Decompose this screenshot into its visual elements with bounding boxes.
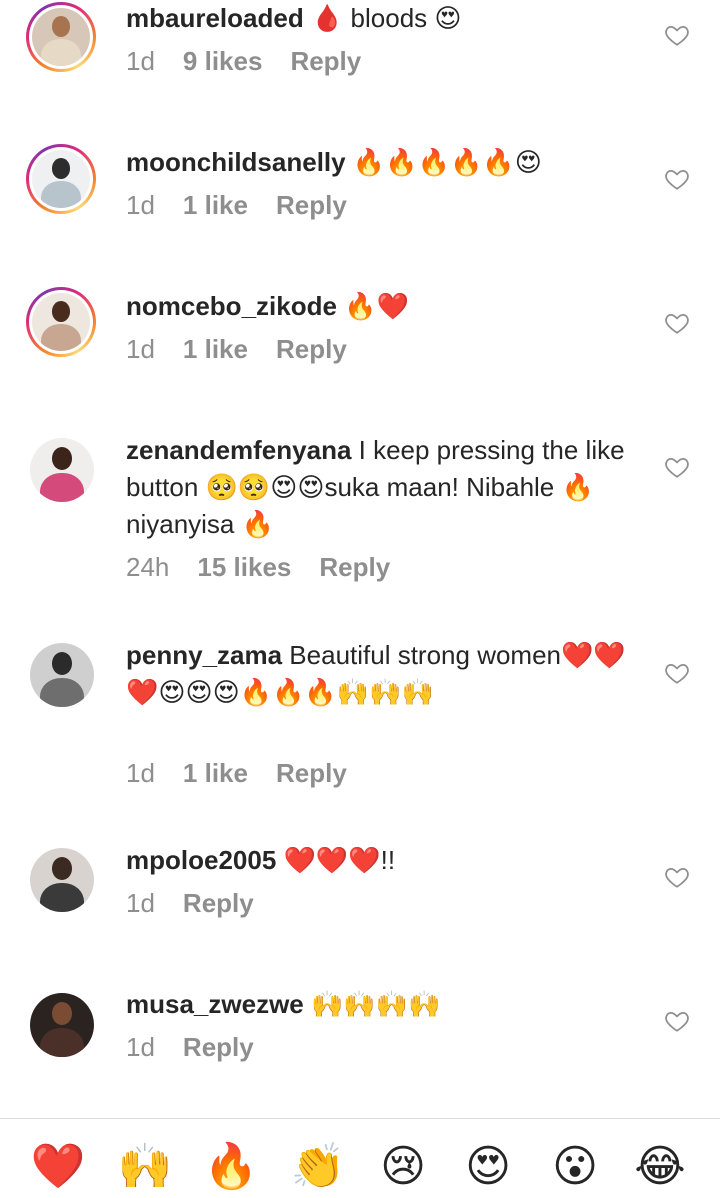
avatar[interactable] [26, 287, 96, 357]
like-heart-icon[interactable] [664, 454, 690, 480]
comment-meta: 1d 1 like Reply [126, 190, 375, 221]
comment-text: mpoloe2005 ❤️❤️❤️!! [126, 842, 626, 879]
comment-timestamp: 1d [126, 758, 155, 788]
comment-text: zenandemfenyana I keep pressing the like… [126, 432, 626, 543]
avatar[interactable] [30, 993, 94, 1057]
avatar[interactable] [26, 144, 96, 214]
comment-meta: 1d 9 likes Reply [126, 46, 389, 77]
comment-timestamp: 1d [126, 1032, 155, 1062]
reply-button[interactable]: Reply [276, 758, 347, 788]
comment-meta: 1d 1 like Reply [126, 758, 375, 789]
emoji-reaction-bar: ❤️ 🙌 🔥 👏 😢 😍 😮 😂 [0, 1119, 720, 1198]
comment-timestamp: 1d [126, 334, 155, 364]
reaction-clapping-hands-icon[interactable]: 👏 [288, 1137, 348, 1197]
reply-button[interactable]: Reply [276, 190, 347, 220]
reaction-sad-face-icon[interactable]: 😢 [373, 1137, 433, 1197]
avatar[interactable] [30, 643, 94, 707]
comment-body: 🙌🙌🙌🙌 [303, 989, 441, 1019]
comment-likes-count[interactable]: 1 like [183, 334, 248, 364]
reply-button[interactable]: Reply [183, 888, 254, 918]
like-heart-icon[interactable] [664, 310, 690, 336]
comment-timestamp: 1d [126, 888, 155, 918]
comment-text: penny_zama Beautiful strong women❤️❤️❤️😍… [126, 637, 626, 711]
comment-meta: 24h 15 likes Reply [126, 552, 418, 583]
comment-timestamp: 24h [126, 552, 170, 582]
comment-meta: 1d Reply [126, 888, 282, 919]
comment-username[interactable]: moonchildsanelly [126, 147, 346, 177]
reaction-surprised-face-icon[interactable]: 😮 [545, 1137, 605, 1197]
like-heart-icon[interactable] [664, 166, 690, 192]
reply-button[interactable]: Reply [319, 552, 390, 582]
comment-username[interactable]: musa_zwezwe [126, 989, 304, 1019]
avatar[interactable] [26, 2, 96, 72]
avatar[interactable] [30, 848, 94, 912]
comment-timestamp: 1d [126, 190, 155, 220]
comment-body: ❤️❤️❤️!! [276, 845, 396, 875]
comment-meta: 1d Reply [126, 1032, 282, 1063]
reaction-red-heart-icon[interactable]: ❤️ [28, 1137, 88, 1197]
reaction-tears-of-joy-icon[interactable]: 😂 [630, 1137, 690, 1197]
comment-body: 🔥❤️ [336, 291, 409, 321]
like-heart-icon[interactable] [664, 660, 690, 686]
comment-text: musa_zwezwe 🙌🙌🙌🙌 [126, 986, 626, 1023]
comment-text: nomcebo_zikode 🔥❤️ [126, 288, 626, 325]
like-heart-icon[interactable] [664, 1008, 690, 1034]
comment-text: mbaureloaded 🩸 bloods 😍 [126, 0, 626, 37]
comment-likes-count[interactable]: 1 like [183, 758, 248, 788]
comment-username[interactable]: nomcebo_zikode [126, 291, 337, 321]
comment-likes-count[interactable]: 9 likes [183, 46, 263, 76]
reply-button[interactable]: Reply [290, 46, 361, 76]
like-heart-icon[interactable] [664, 22, 690, 48]
avatar[interactable] [30, 438, 94, 502]
comment-timestamp: 1d [126, 46, 155, 76]
reply-button[interactable]: Reply [183, 1032, 254, 1062]
comment-body: 🔥🔥🔥🔥🔥😍 [345, 147, 542, 177]
comment-username[interactable]: zenandemfenyana [126, 435, 351, 465]
comment-username[interactable]: penny_zama [126, 640, 282, 670]
reaction-heart-eyes-icon[interactable]: 😍 [458, 1137, 518, 1197]
reply-button[interactable]: Reply [276, 334, 347, 364]
comment-username[interactable]: mpoloe2005 [126, 845, 276, 875]
comment-likes-count[interactable]: 15 likes [197, 552, 291, 582]
comment-body: 🩸 bloods 😍 [303, 3, 462, 33]
comment-text: moonchildsanelly 🔥🔥🔥🔥🔥😍 [126, 144, 626, 181]
reaction-fire-icon[interactable]: 🔥 [201, 1137, 261, 1197]
comment-meta: 1d 1 like Reply [126, 334, 375, 365]
like-heart-icon[interactable] [664, 864, 690, 890]
comment-likes-count[interactable]: 1 like [183, 190, 248, 220]
reaction-raising-hands-icon[interactable]: 🙌 [115, 1137, 175, 1197]
comment-username[interactable]: mbaureloaded [126, 3, 304, 33]
